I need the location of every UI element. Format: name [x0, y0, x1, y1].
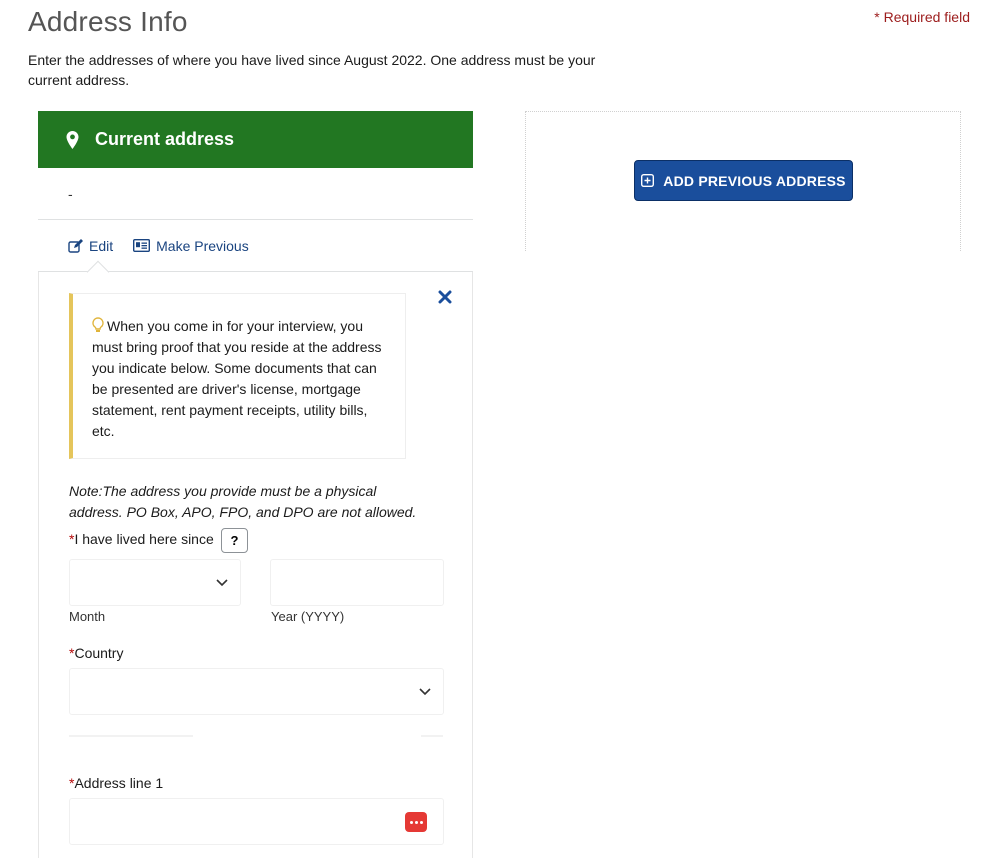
alert-text: When you come in for your interview, you…: [92, 318, 382, 439]
country-select[interactable]: [69, 668, 444, 715]
plus-square-icon: [641, 174, 655, 187]
intro-text: Enter the addresses of where you have li…: [28, 52, 596, 88]
address-summary: -: [38, 168, 473, 220]
id-card-icon: [133, 239, 151, 252]
divider: [69, 735, 193, 737]
current-address-card: Current address - Edit Make Previous Whe…: [38, 111, 473, 858]
password-manager-icon[interactable]: [405, 812, 427, 832]
add-previous-address-label: ADD PREVIOUS ADDRESS: [663, 172, 846, 189]
note-text: The address you provide must be a physic…: [69, 483, 417, 520]
previous-address-panel: ADD PREVIOUS ADDRESS: [525, 111, 961, 251]
current-address-header: Current address: [38, 111, 473, 168]
page-title: Address Info: [28, 6, 188, 37]
address-line-1-text: Address line 1: [74, 775, 164, 791]
chevron-down-icon: [419, 687, 431, 695]
divider: [421, 735, 443, 737]
lived-since-label: *I have lived here since: [69, 531, 214, 547]
close-icon[interactable]: [438, 290, 452, 304]
edit-address-panel: When you come in for your interview, you…: [38, 272, 473, 858]
edit-label: Edit: [89, 237, 114, 254]
note-prefix: Note:: [69, 483, 103, 499]
address-actions: Edit Make Previous: [38, 220, 473, 284]
lived-since-text: I have lived here since: [74, 531, 214, 547]
chevron-down-icon: [216, 578, 228, 586]
year-input[interactable]: [270, 559, 444, 606]
year-label: Year (YYYY): [271, 609, 345, 624]
lightbulb-icon: [92, 317, 104, 332]
required-field-note: * Required field: [874, 9, 970, 25]
proof-of-residence-alert: When you come in for your interview, you…: [69, 293, 406, 459]
current-address-title: Current address: [95, 129, 235, 149]
add-previous-address-button[interactable]: ADD PREVIOUS ADDRESS: [634, 160, 853, 201]
help-button[interactable]: ?: [221, 528, 248, 553]
address-line-1-label: *Address line 1: [69, 775, 163, 791]
month-label: Month: [69, 609, 106, 624]
make-previous-label: Make Previous: [156, 237, 249, 254]
make-previous-link[interactable]: Make Previous: [133, 238, 249, 254]
month-select[interactable]: [69, 559, 241, 606]
edit-link[interactable]: Edit: [68, 238, 113, 254]
edit-icon: [68, 238, 83, 253]
country-text: Country: [74, 645, 124, 661]
map-pin-icon: [66, 130, 79, 149]
physical-address-note: Note:The address you provide must be a p…: [69, 481, 429, 523]
country-label: *Country: [69, 645, 123, 661]
address-line-1-input[interactable]: [69, 798, 444, 845]
